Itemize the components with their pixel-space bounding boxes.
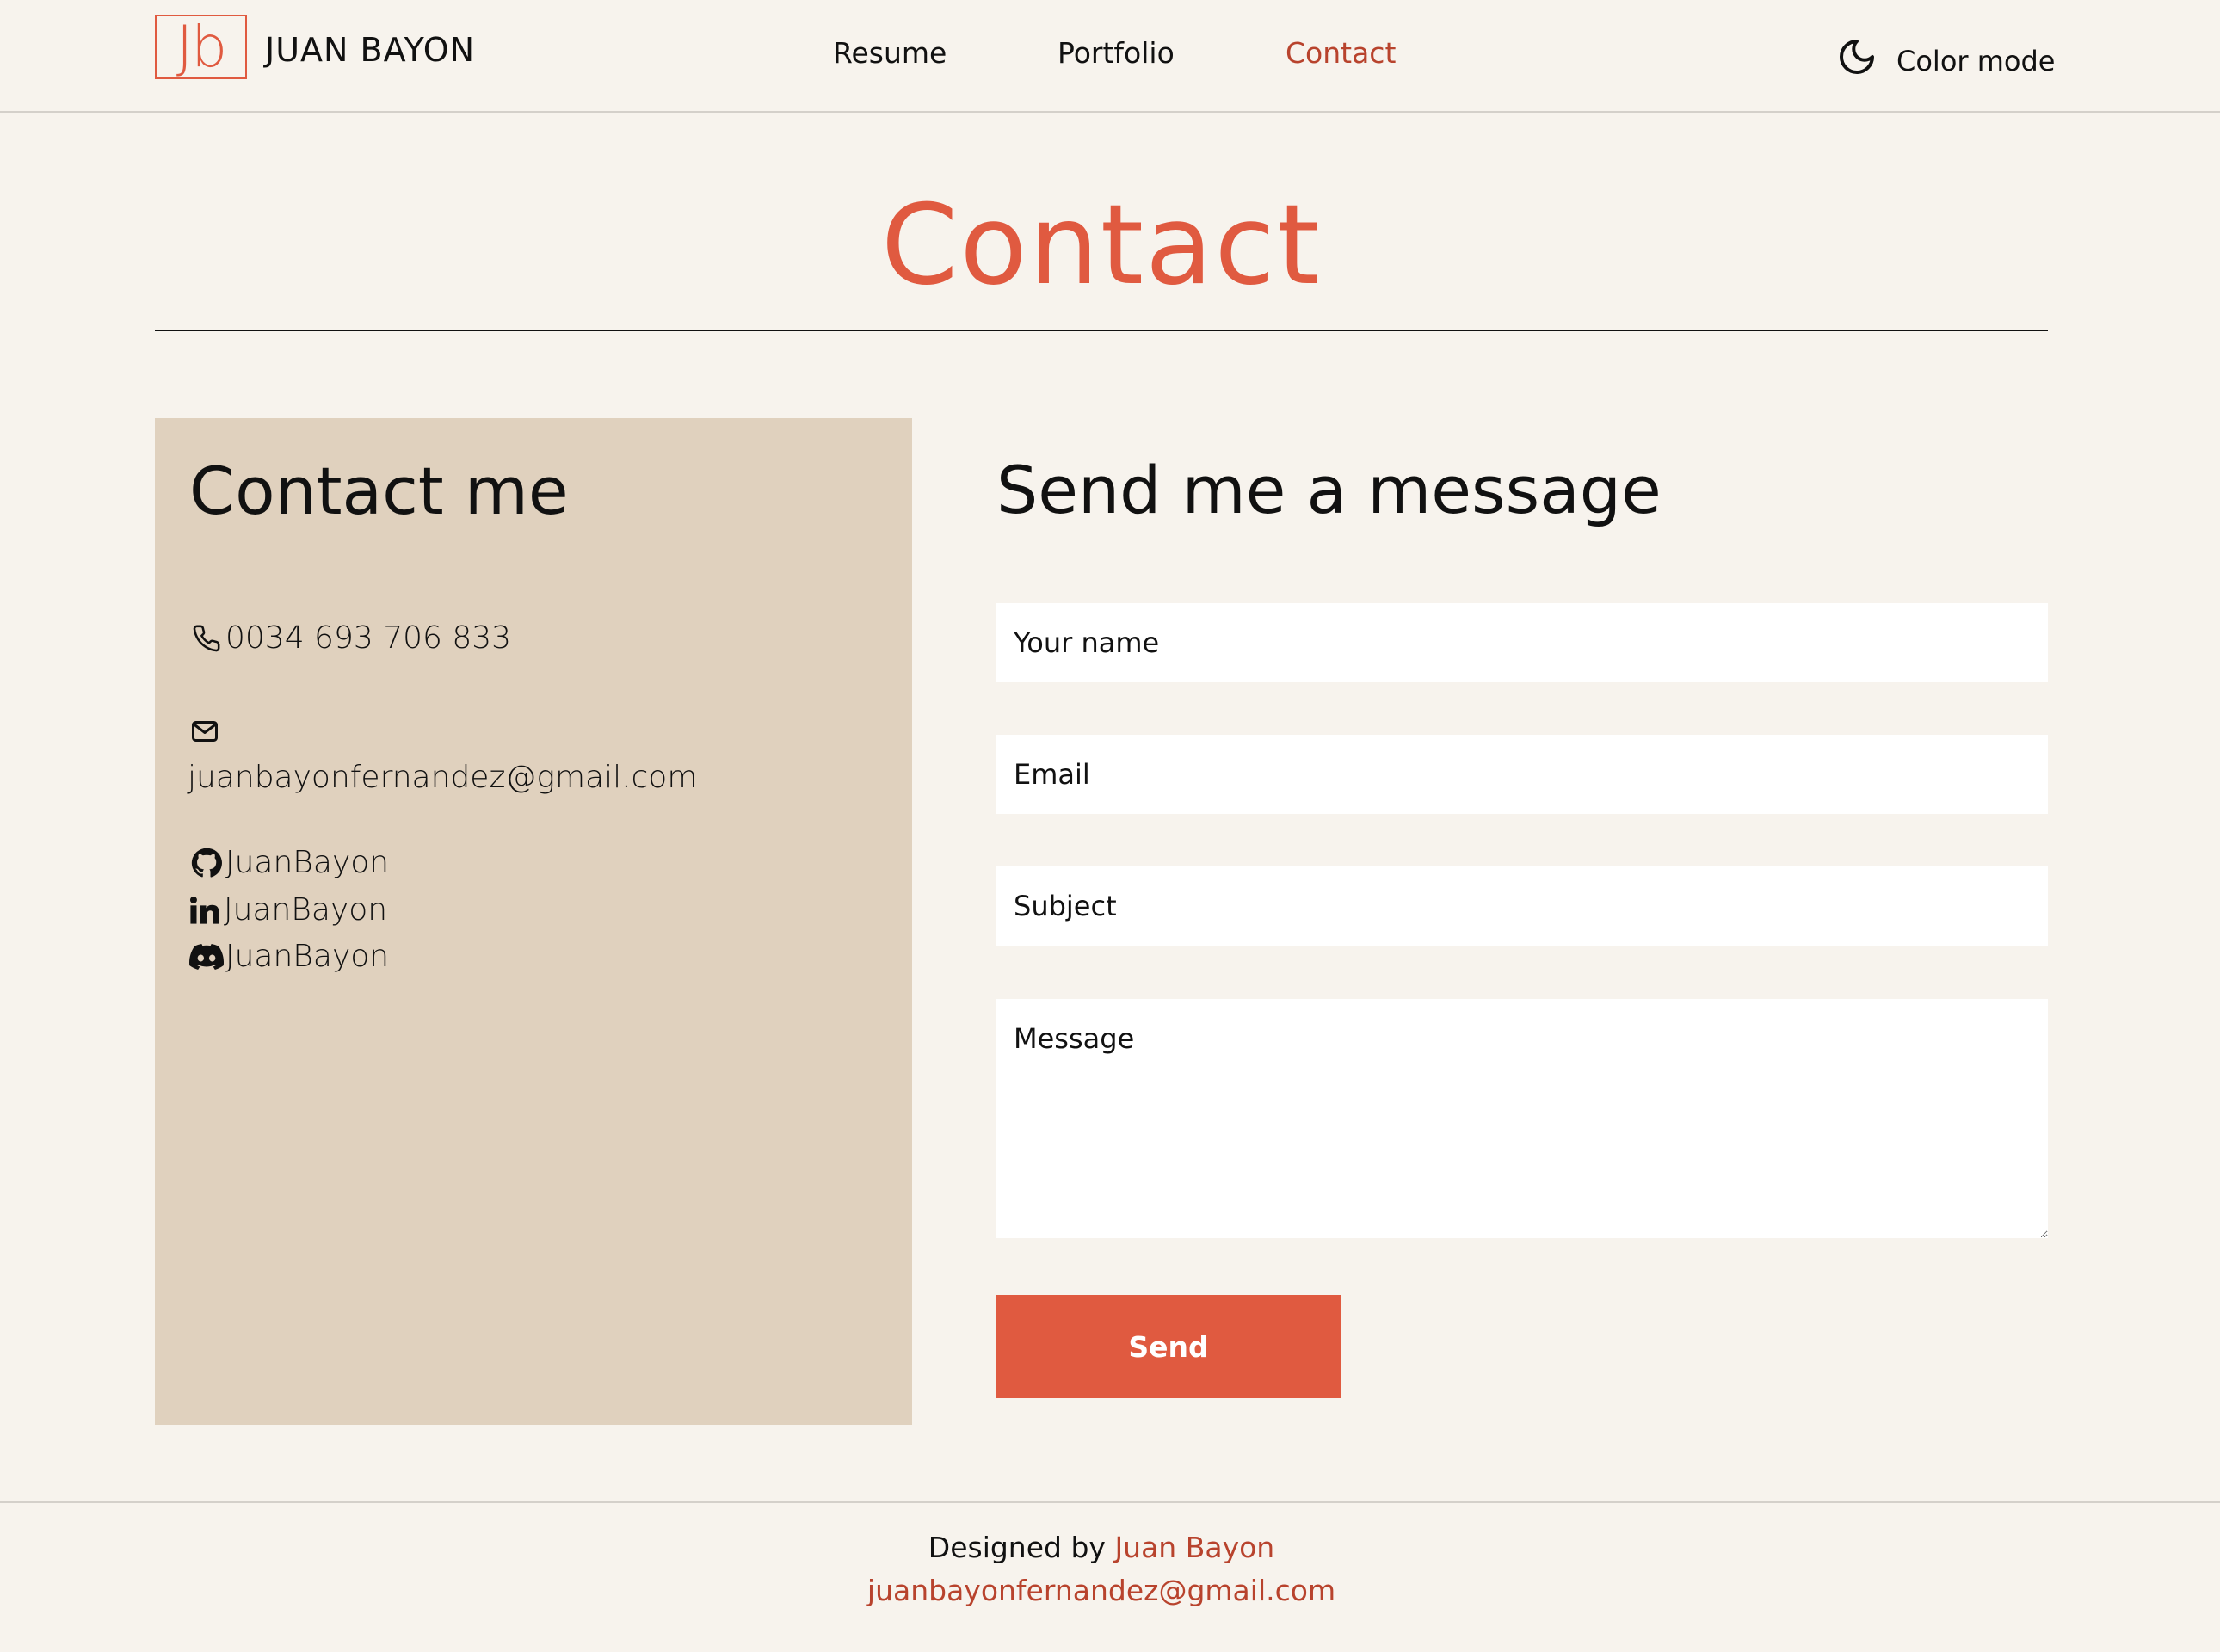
discord-icon: [189, 940, 224, 974]
phone-icon: [189, 621, 224, 656]
form-title: Send me a message: [996, 452, 1662, 528]
contact-card: Contact me 0034 693 706 833 juanbayonfer…: [155, 418, 912, 1425]
footer-credit: Designed by Juan Bayon: [0, 1529, 2203, 1567]
message-textarea[interactable]: [996, 999, 2048, 1238]
mail-icon: [189, 716, 224, 750]
send-button[interactable]: Send: [996, 1295, 1341, 1398]
github-link[interactable]: JuanBayon: [189, 844, 389, 882]
linkedin-link[interactable]: JuanBayon: [189, 891, 387, 929]
moon-icon: [1836, 36, 1878, 77]
site-header: Jb JUAN BAYON Resume Portfolio Contact C…: [0, 0, 2220, 113]
nav-contact[interactable]: Contact: [1286, 34, 1396, 72]
linkedin-icon: [189, 893, 222, 928]
brand-name[interactable]: JUAN BAYON: [265, 31, 475, 69]
subject-input[interactable]: [996, 866, 2048, 946]
github-label: JuanBayon: [225, 845, 390, 880]
color-mode-label: Color mode: [1896, 45, 2056, 77]
email-input[interactable]: [996, 735, 2048, 814]
logo[interactable]: Jb: [155, 15, 247, 79]
nav-portfolio[interactable]: Portfolio: [1058, 34, 1175, 72]
phone-number: 0034 693 706 833: [225, 620, 512, 656]
designed-by-text: Designed by: [928, 1531, 1106, 1564]
title-divider: [155, 330, 2048, 331]
discord-link[interactable]: JuanBayon: [189, 938, 389, 976]
page-title: Contact: [881, 182, 1322, 310]
contact-card-title: Contact me: [189, 453, 569, 529]
author-link[interactable]: Juan Bayon: [1114, 1531, 1274, 1564]
linkedin-label: JuanBayon: [224, 892, 388, 928]
site-footer: Designed by Juan Bayon juanbayonfernande…: [0, 1501, 2220, 1652]
phone-row: 0034 693 706 833: [189, 620, 511, 657]
name-input[interactable]: [996, 603, 2048, 682]
footer-email-link[interactable]: juanbayonfernandez@gmail.com: [0, 1572, 2203, 1610]
color-mode-toggle[interactable]: Color mode: [1836, 31, 2055, 83]
github-icon: [189, 846, 224, 880]
email-link[interactable]: juanbayonfernandez@gmail.com: [188, 759, 697, 797]
discord-label: JuanBayon: [225, 939, 390, 974]
nav-resume[interactable]: Resume: [833, 34, 947, 72]
